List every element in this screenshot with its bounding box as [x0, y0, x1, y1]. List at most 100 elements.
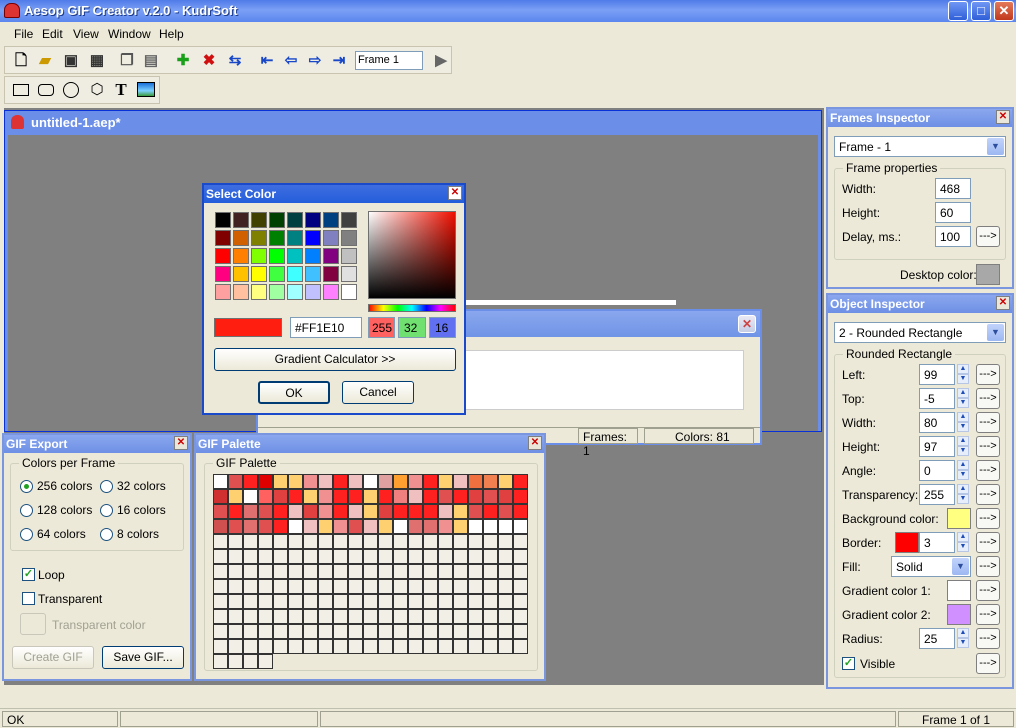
palette-cell[interactable]: [423, 534, 438, 549]
background-color-swatch[interactable]: [947, 508, 971, 529]
palette-cell[interactable]: [393, 534, 408, 549]
basic-color-swatch[interactable]: [287, 230, 303, 246]
basic-color-swatch[interactable]: [215, 284, 231, 300]
basic-color-swatch[interactable]: [323, 230, 339, 246]
new-file-icon[interactable]: 🗋: [11, 51, 31, 71]
basic-color-swatch[interactable]: [269, 284, 285, 300]
palette-cell[interactable]: [378, 609, 393, 624]
gradient-calculator-button[interactable]: Gradient Calculator >>: [214, 348, 456, 371]
palette-cell[interactable]: [348, 474, 363, 489]
palette-cell[interactable]: [213, 474, 228, 489]
palette-cell[interactable]: [393, 639, 408, 654]
palette-cell[interactable]: [228, 654, 243, 669]
palette-cell[interactable]: [468, 639, 483, 654]
palette-cell[interactable]: [243, 639, 258, 654]
palette-cell[interactable]: [468, 519, 483, 534]
palette-cell[interactable]: [243, 549, 258, 564]
radio-16-colors[interactable]: [100, 504, 113, 517]
palette-cell[interactable]: [348, 564, 363, 579]
basic-color-swatch[interactable]: [323, 212, 339, 228]
basic-color-swatch[interactable]: [251, 230, 267, 246]
palette-cell[interactable]: [513, 579, 528, 594]
basic-color-swatch[interactable]: [323, 284, 339, 300]
hue-slider[interactable]: [368, 304, 456, 312]
desktop-color-swatch[interactable]: [976, 264, 1000, 285]
paste-icon[interactable]: ▤: [141, 51, 161, 71]
basic-color-swatch[interactable]: [323, 248, 339, 264]
palette-cell[interactable]: [423, 594, 438, 609]
palette-cell[interactable]: [468, 534, 483, 549]
palette-cell[interactable]: [333, 549, 348, 564]
palette-cell[interactable]: [483, 519, 498, 534]
palette-cell[interactable]: [453, 594, 468, 609]
palette-cell[interactable]: [213, 624, 228, 639]
palette-cell[interactable]: [393, 624, 408, 639]
palette-cell[interactable]: [513, 504, 528, 519]
palette-cell[interactable]: [408, 534, 423, 549]
palette-cell[interactable]: [498, 624, 513, 639]
palette-cell[interactable]: [363, 474, 378, 489]
gradient-color-1-more-button[interactable]: --->: [976, 580, 1000, 601]
palette-cell[interactable]: [438, 519, 453, 534]
palette-cell[interactable]: [363, 519, 378, 534]
palette-cell[interactable]: [498, 579, 513, 594]
palette-cell[interactable]: [258, 534, 273, 549]
palette-cell[interactable]: [378, 564, 393, 579]
basic-color-swatch[interactable]: [233, 266, 249, 282]
palette-cell[interactable]: [243, 519, 258, 534]
palette-cell[interactable]: [258, 504, 273, 519]
palette-cell[interactable]: [288, 489, 303, 504]
palette-cell[interactable]: [288, 609, 303, 624]
palette-cell[interactable]: [258, 609, 273, 624]
palette-cell[interactable]: [258, 489, 273, 504]
palette-cell[interactable]: [513, 519, 528, 534]
palette-cell[interactable]: [213, 504, 228, 519]
angle-more-button[interactable]: --->: [976, 460, 1000, 481]
basic-color-swatch[interactable]: [341, 212, 357, 228]
palette-cell[interactable]: [363, 639, 378, 654]
palette-cell[interactable]: [363, 489, 378, 504]
palette-cell[interactable]: [483, 639, 498, 654]
transparent-checkbox[interactable]: [22, 592, 35, 605]
palette-cell[interactable]: [333, 609, 348, 624]
palette-cell[interactable]: [303, 564, 318, 579]
palette-cell[interactable]: [378, 534, 393, 549]
palette-cell[interactable]: [453, 564, 468, 579]
object-inspector-close-button[interactable]: ✕: [996, 296, 1010, 310]
palette-cell[interactable]: [348, 519, 363, 534]
palette-cell[interactable]: [318, 534, 333, 549]
palette-cell[interactable]: [453, 474, 468, 489]
angle-input[interactable]: 0: [919, 460, 955, 481]
palette-cell[interactable]: [453, 639, 468, 654]
transparency-input[interactable]: 255: [919, 484, 955, 505]
palette-cell[interactable]: [213, 579, 228, 594]
palette-cell[interactable]: [483, 579, 498, 594]
palette-cell[interactable]: [483, 489, 498, 504]
palette-cell[interactable]: [408, 519, 423, 534]
palette-cell[interactable]: [318, 474, 333, 489]
palette-cell[interactable]: [303, 639, 318, 654]
palette-cell[interactable]: [483, 474, 498, 489]
palette-cell[interactable]: [273, 609, 288, 624]
left-more-button[interactable]: --->: [976, 364, 1000, 385]
basic-color-swatch[interactable]: [269, 248, 285, 264]
palette-cell[interactable]: [498, 609, 513, 624]
visible-checkbox[interactable]: ✓: [842, 657, 855, 670]
palette-cell[interactable]: [408, 579, 423, 594]
top-input[interactable]: -5: [919, 388, 955, 409]
palette-cell[interactable]: [213, 564, 228, 579]
hex-input[interactable]: #FF1E10: [290, 317, 362, 338]
palette-cell[interactable]: [498, 639, 513, 654]
palette-cell[interactable]: [228, 564, 243, 579]
gradient-color-2-swatch[interactable]: [947, 604, 971, 625]
basic-color-swatch[interactable]: [251, 266, 267, 282]
palette-cell[interactable]: [423, 549, 438, 564]
palette-cell[interactable]: [453, 624, 468, 639]
green-input[interactable]: 32: [398, 317, 426, 338]
palette-cell[interactable]: [228, 609, 243, 624]
palette-cell[interactable]: [393, 519, 408, 534]
basic-color-swatch[interactable]: [305, 248, 321, 264]
palette-cell[interactable]: [288, 549, 303, 564]
basic-color-swatch[interactable]: [251, 248, 267, 264]
gradient-color-2-more-button[interactable]: --->: [976, 604, 1000, 625]
